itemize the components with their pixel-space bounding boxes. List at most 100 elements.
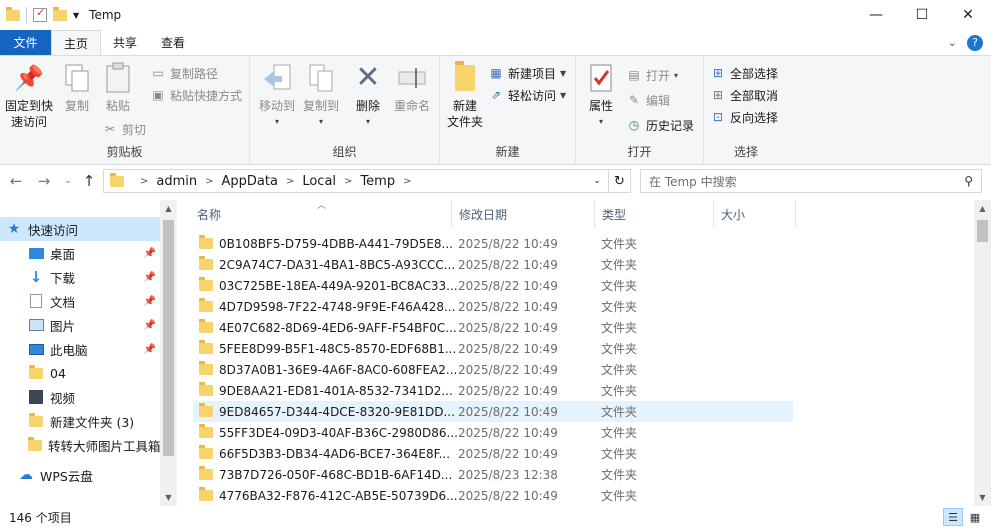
breadcrumb-local[interactable]: Local xyxy=(302,174,336,189)
new-folder-icon[interactable] xyxy=(53,6,67,21)
nav-item-zhuanzhuan-toolbox[interactable]: 转转大师图片工具箱 xyxy=(0,433,160,457)
tab-share[interactable]: 共享 xyxy=(101,30,149,55)
nav-item-desktop[interactable]: 桌面 📌 xyxy=(0,241,160,265)
help-icon[interactable]: ? xyxy=(967,34,983,51)
table-row[interactable]: 73B7D726-050F-468C-BD1B-6AF14D... 2025/8… xyxy=(193,464,793,485)
edit-button[interactable]: ✎ 编辑 xyxy=(626,90,670,110)
nav-item-new-folder-3[interactable]: 新建文件夹 (3) xyxy=(0,409,160,433)
folder-icon xyxy=(110,172,124,187)
nav-item-04[interactable]: 04 xyxy=(0,361,160,385)
paste-shortcut-button[interactable]: ▣ 粘贴快捷方式 xyxy=(150,85,242,105)
table-row[interactable]: 8D37A0B1-36E9-4A6F-8AC0-608FEA2... 2025/… xyxy=(193,359,793,380)
rename-icon xyxy=(396,62,428,94)
file-type: 文件夹 xyxy=(601,237,638,251)
file-name: 9DE8AA21-ED81-401A-8532-7341D2... xyxy=(219,383,453,398)
open-button[interactable]: ▤ 打开 ▾ xyxy=(626,65,678,85)
table-row[interactable]: 4E07C682-8D69-4ED6-9AFF-F54BF0C... 2025/… xyxy=(193,317,793,338)
quick-access-toolbar: ✓ ▼ xyxy=(0,6,79,23)
search-icon[interactable]: ⚲ xyxy=(964,174,973,188)
scroll-up-arrow-icon[interactable]: ▲ xyxy=(160,200,177,217)
copy-button[interactable]: 复制 xyxy=(60,62,94,114)
file-type: 文件夹 xyxy=(601,447,638,461)
nav-item-wps-cloud[interactable]: ☁ WPS云盘 xyxy=(0,463,160,487)
back-arrow-icon[interactable]: ← xyxy=(6,171,26,191)
table-row[interactable]: 2C9A74C7-DA31-4BA1-8BC5-A93CCC... 2025/8… xyxy=(193,254,793,275)
address-history-chevron-icon[interactable]: ⌄ xyxy=(586,170,608,192)
new-item-button[interactable]: ▦ 新建项目 ▼ xyxy=(488,63,566,83)
easy-access-icon: ⇗ xyxy=(490,88,502,102)
copy-to-icon xyxy=(305,62,337,94)
forward-arrow-icon[interactable]: → xyxy=(34,171,54,191)
delete-button[interactable]: ✕ 删除 ▾ xyxy=(352,62,384,130)
maximize-button[interactable]: ☐ xyxy=(899,0,945,30)
copy-to-button[interactable]: 复制到 ▾ xyxy=(300,62,342,130)
table-row[interactable]: 9DE8AA21-ED81-401A-8532-7341D2... 2025/8… xyxy=(193,380,793,401)
modified-date: 2025/8/22 10:49 xyxy=(458,257,558,272)
nav-item-this-pc[interactable]: 此电脑 📌 xyxy=(0,337,160,361)
table-row[interactable]: 4D7D9598-7F22-4748-9F9E-F46A428... 2025/… xyxy=(193,296,793,317)
tab-view[interactable]: 查看 xyxy=(149,30,197,55)
table-row[interactable]: 0B108BF5-D759-4DBB-A441-79D5E8... 2025/8… xyxy=(193,233,793,254)
nav-item-downloads[interactable]: ↓ 下载 📌 xyxy=(0,265,160,289)
pin-icon: 📌 xyxy=(143,319,156,331)
scroll-down-arrow-icon[interactable]: ▼ xyxy=(974,489,991,506)
paste-button[interactable]: 粘贴 xyxy=(100,62,136,114)
select-none-button[interactable]: ⊞ 全部取消 xyxy=(710,85,778,105)
breadcrumb-admin[interactable]: admin xyxy=(156,174,197,189)
address-bar[interactable]: > admin > AppData > Local > Temp > ⌄ xyxy=(103,169,609,193)
refresh-icon[interactable]: ↻ xyxy=(609,169,631,193)
history-button[interactable]: ◷ 历史记录 xyxy=(626,115,694,135)
up-arrow-icon[interactable]: ↑ xyxy=(79,171,99,191)
pin-quick-access-button[interactable]: 📌 固定到快 速访问 xyxy=(4,62,54,130)
minimize-button[interactable]: — xyxy=(853,0,899,30)
column-name[interactable]: 名称 xyxy=(190,200,452,228)
scroll-thumb[interactable] xyxy=(163,220,174,456)
recent-locations-chevron-icon[interactable]: ⌄ xyxy=(58,171,78,191)
details-view-icon[interactable]: ☰ xyxy=(943,508,963,526)
customize-toolbar-chevron-icon[interactable]: ▼ xyxy=(73,11,79,20)
folder-icon xyxy=(199,235,213,249)
nav-item-videos[interactable]: 视频 xyxy=(0,385,160,409)
scroll-down-arrow-icon[interactable]: ▼ xyxy=(160,489,177,506)
collapse-ribbon-chevron-icon[interactable]: ⌄ xyxy=(948,36,957,49)
table-row[interactable]: 5FEE8D99-B5F1-48C5-8570-EDF68B1... 2025/… xyxy=(193,338,793,359)
select-group: ⊞ 全部选择 ⊞ 全部取消 ⊡ 反向选择 选择 xyxy=(704,56,788,164)
close-button[interactable]: ✕ xyxy=(945,0,991,30)
move-to-button[interactable]: 移动到 ▾ xyxy=(256,62,298,130)
breadcrumb-appdata[interactable]: AppData xyxy=(222,174,278,189)
new-folder-button[interactable]: 新建 文件夹 xyxy=(444,61,486,130)
file-name: 0B108BF5-D759-4DBB-A441-79D5E8... xyxy=(219,236,453,251)
search-input[interactable]: 在 Temp 中搜索 ⚲ xyxy=(640,169,982,193)
file-type: 文件夹 xyxy=(601,300,638,314)
folder-icon xyxy=(199,466,213,480)
breadcrumb-temp[interactable]: Temp xyxy=(360,174,395,189)
scroll-up-arrow-icon[interactable]: ▲ xyxy=(974,200,991,217)
nav-item-documents[interactable]: 文档 📌 xyxy=(0,289,160,313)
properties-check-icon[interactable]: ✓ xyxy=(33,6,47,22)
column-size[interactable]: 大小 xyxy=(714,200,796,228)
select-all-button[interactable]: ⊞ 全部选择 xyxy=(710,63,778,83)
tab-file[interactable]: 文件 xyxy=(0,30,51,55)
tab-home[interactable]: 主页 xyxy=(51,30,102,55)
rename-button[interactable]: 重命名 xyxy=(390,62,434,114)
scroll-thumb[interactable] xyxy=(977,220,988,242)
nav-item-quick-access[interactable]: ★ 快速访问 xyxy=(0,217,160,241)
nav-item-pictures[interactable]: 图片 📌 xyxy=(0,313,160,337)
properties-icon xyxy=(585,62,617,94)
column-date-modified[interactable]: 修改日期 xyxy=(452,200,595,228)
properties-button[interactable]: 属性 ▾ xyxy=(584,62,618,130)
cut-button[interactable]: ✂ 剪切 xyxy=(102,119,146,139)
column-type[interactable]: 类型 xyxy=(595,200,714,228)
nav-scrollbar[interactable]: ▲ ▼ xyxy=(160,200,177,506)
table-row[interactable]: 55FF3DE4-09D3-40AF-B36C-2980D86... 2025/… xyxy=(193,422,793,443)
table-row[interactable]: 4776BA32-F876-412C-AB5E-50739D6... 2025/… xyxy=(193,485,793,506)
easy-access-button[interactable]: ⇗ 轻松访问 ▼ xyxy=(488,85,566,105)
large-icons-view-icon[interactable]: ▦ xyxy=(965,508,985,526)
organize-group-title: 组织 xyxy=(332,145,357,159)
table-row[interactable]: 66F5D3B3-DB34-4AD6-BCE7-364E8F... 2025/8… xyxy=(193,443,793,464)
table-row-hovered[interactable]: 9ED84657-D344-4DCE-8320-9E81DD... 2025/8… xyxy=(193,401,793,422)
file-list-scrollbar[interactable]: ▲ ▼ xyxy=(974,200,991,506)
invert-selection-button[interactable]: ⊡ 反向选择 xyxy=(710,107,778,127)
copy-path-button[interactable]: ▭ 复制路径 xyxy=(150,63,218,83)
table-row[interactable]: 03C725BE-18EA-449A-9201-BC8AC33... 2025/… xyxy=(193,275,793,296)
